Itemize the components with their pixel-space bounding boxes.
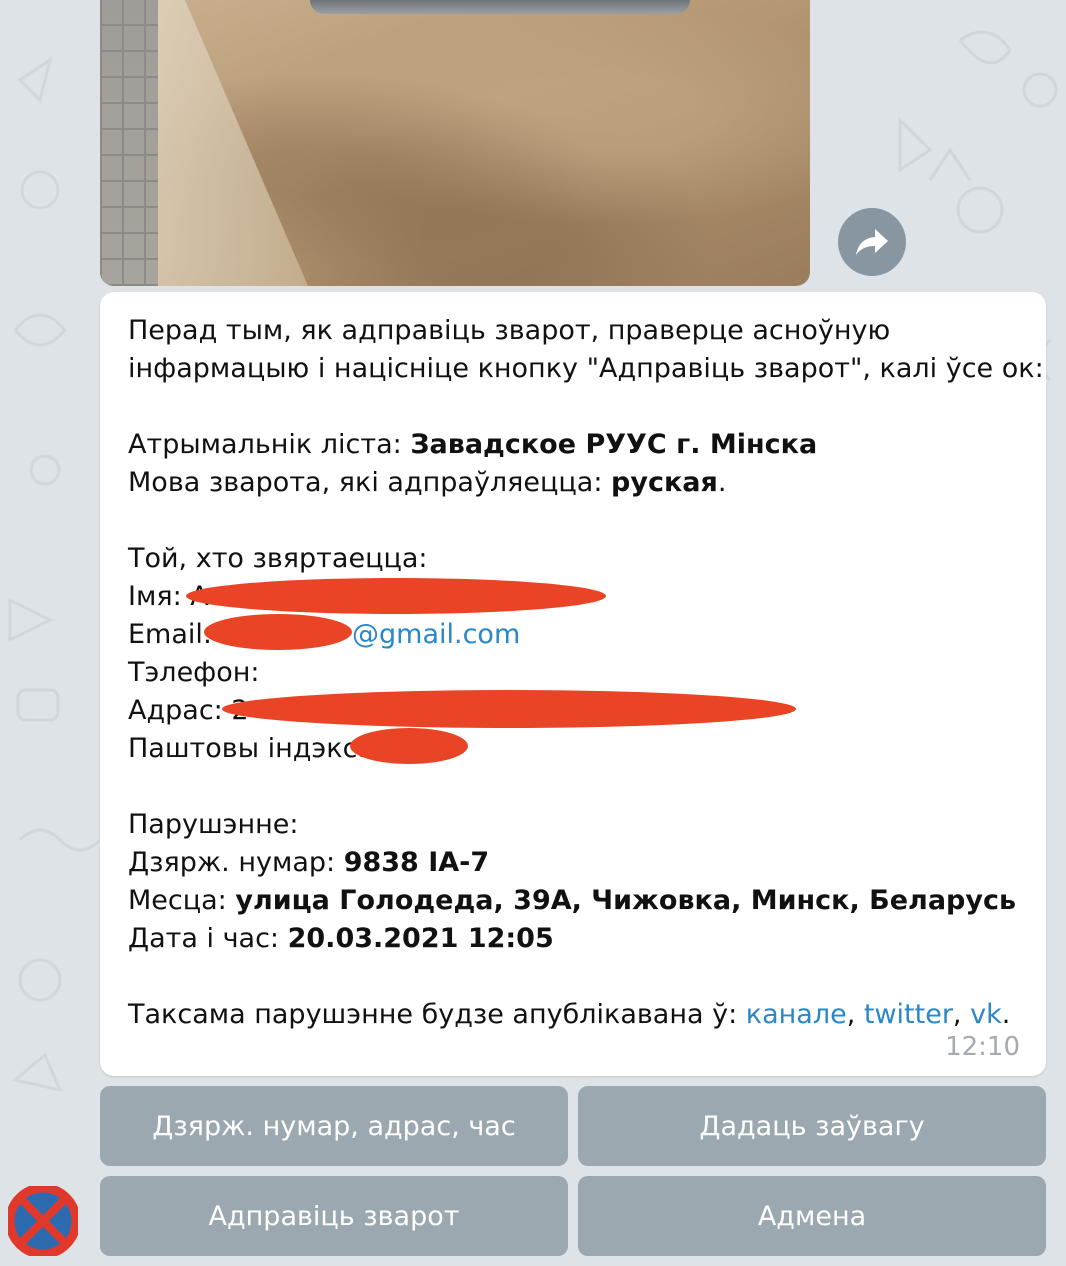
share-arrow-icon [856,229,888,255]
recipient-line: Атрымальнік ліста: Завадское РУУС г. Мін… [128,426,1018,464]
postcode-line: Паштовы індэкс: [128,733,367,764]
email-label: Email: [128,619,213,650]
link-twitter[interactable]: twitter [864,999,953,1030]
send-appeal-button[interactable]: Адправіць зварот [100,1176,568,1256]
intro-line-1: Перад тым, як адправіць зварот, праверце… [128,315,891,346]
photo-paving-stones [100,0,158,286]
edit-plate-address-time-button[interactable]: Дзярж. нумар, адрас, час [100,1086,568,1166]
datetime-label: Дата і час: [128,923,288,954]
redaction-address [222,690,796,728]
add-note-button[interactable]: Дадаць заўвагу [578,1086,1046,1166]
cancel-button[interactable]: Адмена [578,1176,1046,1256]
link-channel[interactable]: канале [746,999,847,1030]
place-line: Месца: улица Голодеда, 39А, Чижовка, Мин… [128,882,1018,920]
redaction-email [204,614,352,650]
publish-line: Таксама парушэнне будзе апублікавана ў: … [128,999,1011,1030]
place-value: улица Голодеда, 39А, Чижовка, Минск, Бел… [235,885,1017,916]
violation-photo[interactable] [100,0,810,286]
email-link[interactable]: @gmail.com [352,619,520,650]
share-button[interactable] [838,208,906,276]
plate-label: Дзярж. нумар: [128,847,344,878]
intro-line-2: інфармацыю і націсніце кнопку "Адправіць… [128,353,1044,384]
photo-car-bumper [310,0,690,14]
datetime-value: 20.03.2021 12:05 [287,923,554,954]
address-label: Адрас: [128,695,232,726]
language-value: руская [611,467,718,498]
plate-value: 9838 IA-7 [343,847,490,878]
violation-header: Парушэнне: [128,809,299,840]
name-label: Імя: [128,581,191,612]
message-timestamp: 12:10 [945,1032,1020,1062]
language-label: Мова зварота, які адпраўляецца: [128,467,612,498]
redaction-postcode [350,728,468,764]
datetime-line: Дата і час: 20.03.2021 12:05 [128,920,1018,958]
redaction-name [186,578,606,614]
applicant-header: Той, хто звяртаецца: [128,543,428,574]
publish-text: Таксама парушэнне будзе апублікавана ў: [128,999,746,1030]
recipient-label: Атрымальнік ліста: [128,429,411,460]
bot-message-bubble: Перад тым, як адправіць зварот, праверце… [100,292,1046,1076]
link-vk[interactable]: vk [970,999,1002,1030]
phone-line: Тэлефон: [128,657,260,688]
recipient-value: Завадское РУУС г. Мінска [410,429,818,460]
plate-line: Дзярж. нумар: 9838 IA-7 [128,844,1018,882]
place-label: Месца: [128,885,236,916]
photo-curb [158,0,308,286]
language-line: Мова зварота, які адпраўляецца: руская. [128,467,727,498]
no-stopping-sign-icon[interactable] [8,1186,78,1256]
